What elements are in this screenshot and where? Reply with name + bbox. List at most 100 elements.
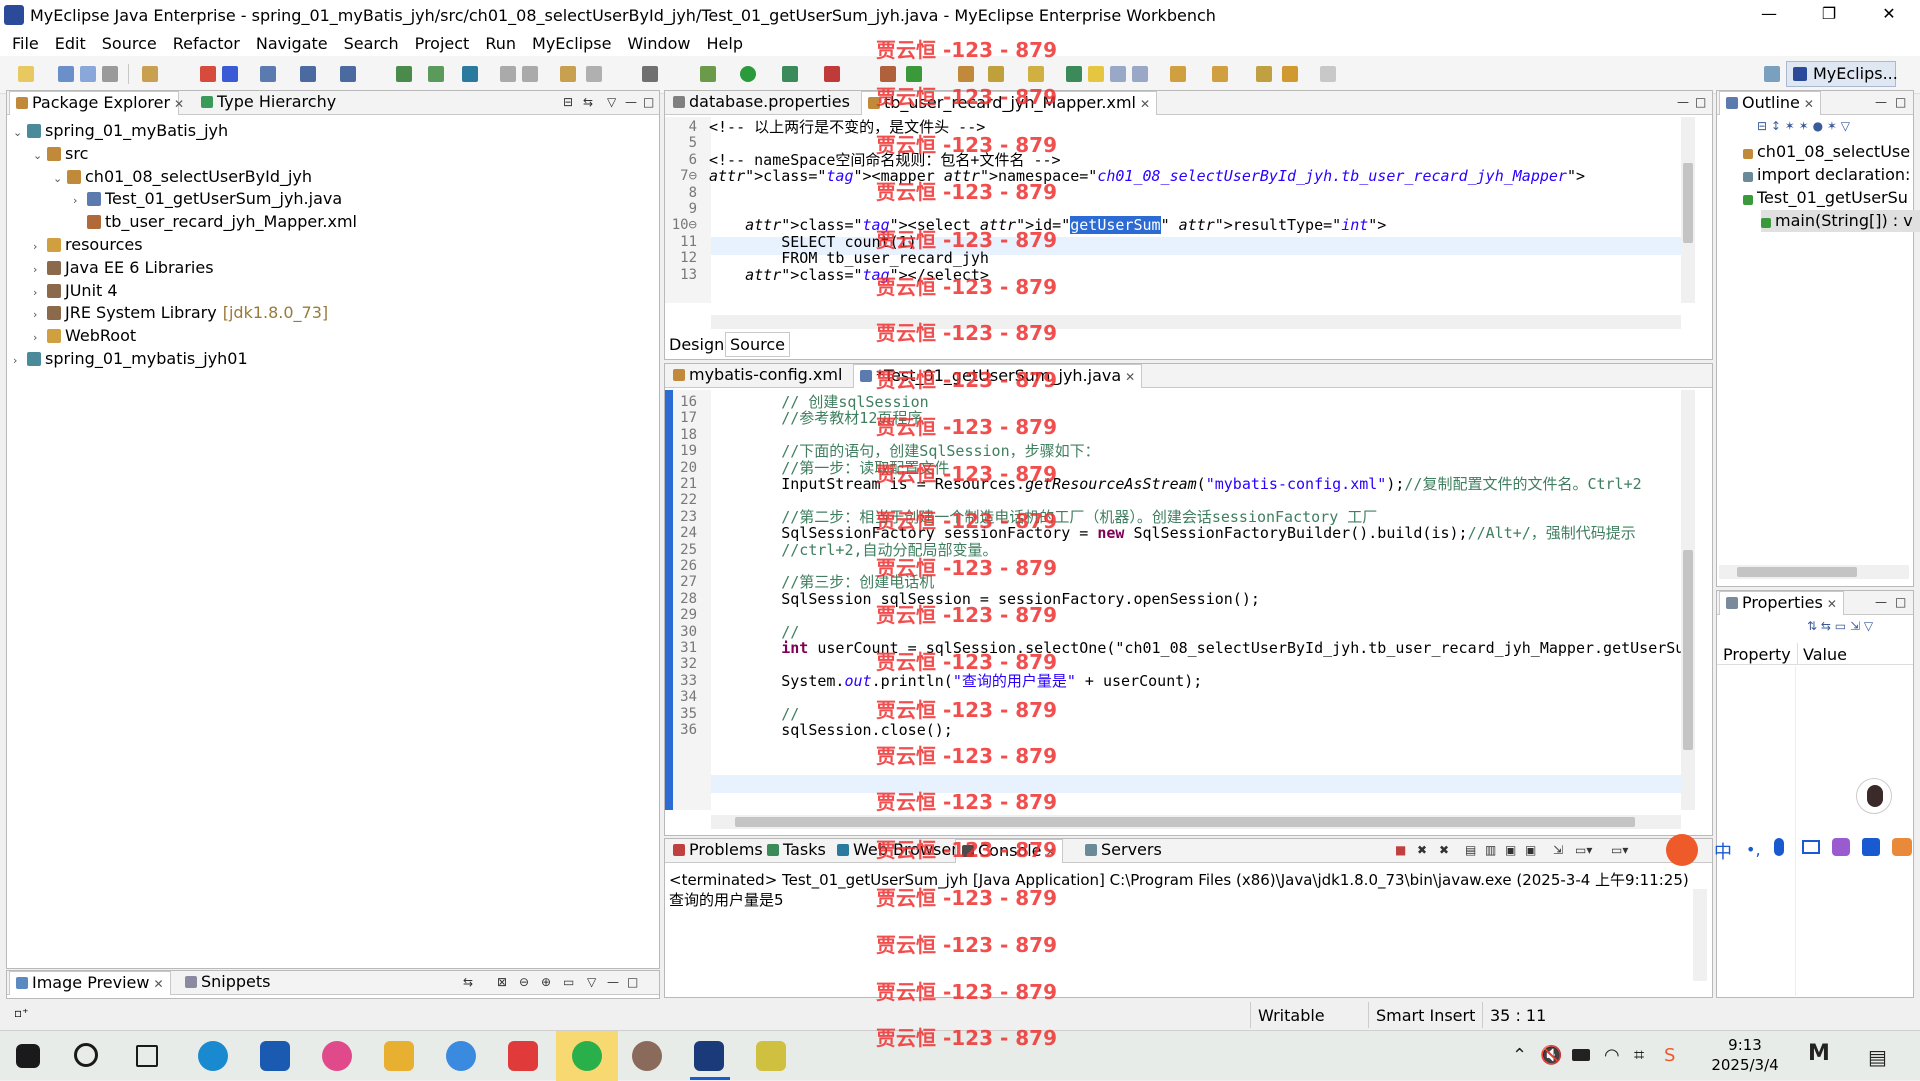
advanced-icon[interactable]: ⇆: [1821, 619, 1831, 633]
globe-icon[interactable]: [462, 66, 478, 82]
xml-code-area[interactable]: 4 <!-- 以上两行是不变的，是文件头 --> 5 6 <!-- nameSpace空…: [667, 119, 1687, 303]
categories-icon[interactable]: ⇅: [1807, 619, 1817, 633]
pin-icon[interactable]: ⇲: [1850, 619, 1860, 633]
start-icon[interactable]: [16, 1044, 40, 1068]
close-button[interactable]: ✕: [1860, 0, 1918, 30]
tab-snippets[interactable]: Snippets: [179, 971, 277, 995]
new-class-icon[interactable]: [880, 66, 896, 82]
maximize-view-icon[interactable]: □: [643, 95, 654, 109]
view-menu-icon[interactable]: ▽: [1864, 619, 1873, 633]
collapsed-arrow-icon[interactable]: ›: [33, 327, 47, 349]
tree-item[interactable]: › JRE System Library [jdk1.8.0_73]: [33, 302, 328, 324]
hide-static-icon[interactable]: ✶: [1799, 119, 1809, 133]
menu-navigate[interactable]: Navigate: [248, 34, 336, 53]
wizard-icon[interactable]: [300, 66, 316, 82]
menu-edit[interactable]: Edit: [47, 34, 94, 53]
xml-vertical-scrollbar[interactable]: [1681, 117, 1695, 303]
whitespace-icon[interactable]: [1132, 66, 1148, 82]
view-menu-icon[interactable]: ▽: [1841, 119, 1850, 133]
notification-icon[interactable]: ▤: [1868, 1045, 1887, 1069]
close-icon[interactable]: ✕: [174, 97, 184, 111]
menu-file[interactable]: File: [4, 34, 47, 53]
sogou-logo-icon[interactable]: [1666, 834, 1698, 866]
terminate-icon[interactable]: ■: [1395, 843, 1406, 857]
new-package-icon[interactable]: [906, 66, 922, 82]
show-on-error-icon[interactable]: ▣: [1525, 843, 1536, 857]
forward-icon[interactable]: [1320, 66, 1336, 82]
menu-search[interactable]: Search: [336, 34, 407, 53]
wechat-tab[interactable]: [556, 1031, 618, 1081]
ink-workspace-icon[interactable]: M: [1808, 1041, 1830, 1066]
expanded-arrow-icon[interactable]: ⌄: [33, 145, 47, 167]
open-perspective-icon[interactable]: [1764, 66, 1780, 82]
tab-properties[interactable]: Properties ✕: [1719, 591, 1844, 615]
perspective-myeclipse-button[interactable]: MyEclips...: [1786, 61, 1898, 87]
expanded-arrow-icon[interactable]: ⌄: [53, 168, 67, 190]
save-icon[interactable]: [58, 66, 74, 82]
menu-window[interactable]: Window: [619, 34, 698, 53]
close-icon[interactable]: ✕: [1804, 97, 1814, 111]
close-icon[interactable]: ✕: [153, 977, 163, 991]
battery-icon[interactable]: [1572, 1049, 1590, 1061]
collapsed-arrow-icon[interactable]: ›: [73, 190, 87, 212]
build-icon[interactable]: [200, 66, 216, 82]
next-annotation-icon[interactable]: [1170, 66, 1186, 82]
assistant-avatar[interactable]: [1856, 778, 1892, 814]
tab-source[interactable]: Source: [725, 332, 790, 357]
prev-annotation-icon[interactable]: [1212, 66, 1228, 82]
debug-icon[interactable]: [700, 66, 716, 82]
tab-type-hierarchy[interactable]: Type Hierarchy: [195, 91, 342, 115]
web-icon[interactable]: [340, 66, 356, 82]
scroll-lock-icon[interactable]: ▥: [1485, 843, 1496, 857]
menu-refactor[interactable]: Refactor: [165, 34, 248, 53]
restore-default-icon[interactable]: ▭: [1835, 619, 1846, 633]
collapsed-arrow-icon[interactable]: ›: [33, 259, 47, 281]
search-tool-icon[interactable]: [586, 66, 602, 82]
tree-item[interactable]: ⌄ spring_01_myBatis_jyh: [13, 120, 228, 142]
collapsed-arrow-icon[interactable]: ›: [33, 304, 47, 326]
volume-icon[interactable]: 🔇: [1540, 1045, 1562, 1066]
menu-myeclipse[interactable]: MyEclipse: [524, 34, 619, 53]
close-icon[interactable]: ✕: [1827, 597, 1837, 611]
menu-help[interactable]: Help: [699, 34, 751, 53]
external-tools-icon[interactable]: [824, 66, 840, 82]
wifi-icon[interactable]: ◠: [1604, 1045, 1620, 1066]
sogou-tray-icon[interactable]: S: [1664, 1045, 1675, 1066]
hide-fields-icon[interactable]: ✶: [1785, 119, 1795, 133]
collapse-all-icon[interactable]: ⊟: [1757, 119, 1767, 133]
close-icon[interactable]: ✕: [1046, 845, 1056, 859]
tab-tasks[interactable]: Tasks: [761, 839, 832, 863]
fit-icon[interactable]: ⊠: [497, 975, 507, 989]
edge-icon[interactable]: [198, 1041, 228, 1071]
maximize-view-icon[interactable]: □: [627, 975, 638, 989]
xml-horizontal-scrollbar[interactable]: [711, 315, 1681, 329]
menu-run[interactable]: Run: [477, 34, 524, 53]
paint-icon[interactable]: [756, 1041, 786, 1071]
wps-icon[interactable]: [508, 1041, 538, 1071]
user-avatar-icon[interactable]: [632, 1041, 662, 1071]
deploy-icon[interactable]: [222, 66, 238, 82]
display-console-icon[interactable]: ▭▾: [1575, 843, 1592, 857]
java-vertical-scrollbar[interactable]: [1681, 390, 1695, 810]
tray-chevron-icon[interactable]: ⌃: [1512, 1045, 1527, 1066]
project-icon[interactable]: [396, 66, 412, 82]
collapsed-arrow-icon[interactable]: ›: [33, 282, 47, 304]
remove-all-icon[interactable]: ✖: [1439, 843, 1449, 857]
forward-history-icon[interactable]: [522, 66, 538, 82]
back-icon[interactable]: [1282, 66, 1298, 82]
tree-item[interactable]: tb_user_recard_jyh_Mapper.xml: [73, 211, 357, 233]
view-menu-icon[interactable]: ▽: [587, 975, 596, 989]
tab-package-explorer[interactable]: Package Explorer ✕: [9, 91, 184, 115]
sync-icon[interactable]: ⇆: [463, 975, 473, 989]
skin-icon[interactable]: [1832, 838, 1850, 856]
sort-icon[interactable]: ↕: [1771, 119, 1781, 133]
highlight-icon[interactable]: [1088, 66, 1104, 82]
emoji-icon[interactable]: [1892, 838, 1912, 856]
hide-nonpublic-icon[interactable]: ●: [1813, 119, 1823, 133]
maximize-view-icon[interactable]: □: [1895, 95, 1906, 109]
server-icon[interactable]: [260, 66, 276, 82]
run-icon[interactable]: [740, 66, 756, 82]
open-folder-icon[interactable]: [958, 66, 974, 82]
hide-local-types-icon[interactable]: ✶: [1827, 119, 1837, 133]
zoom-in-icon[interactable]: ⊕: [541, 975, 551, 989]
